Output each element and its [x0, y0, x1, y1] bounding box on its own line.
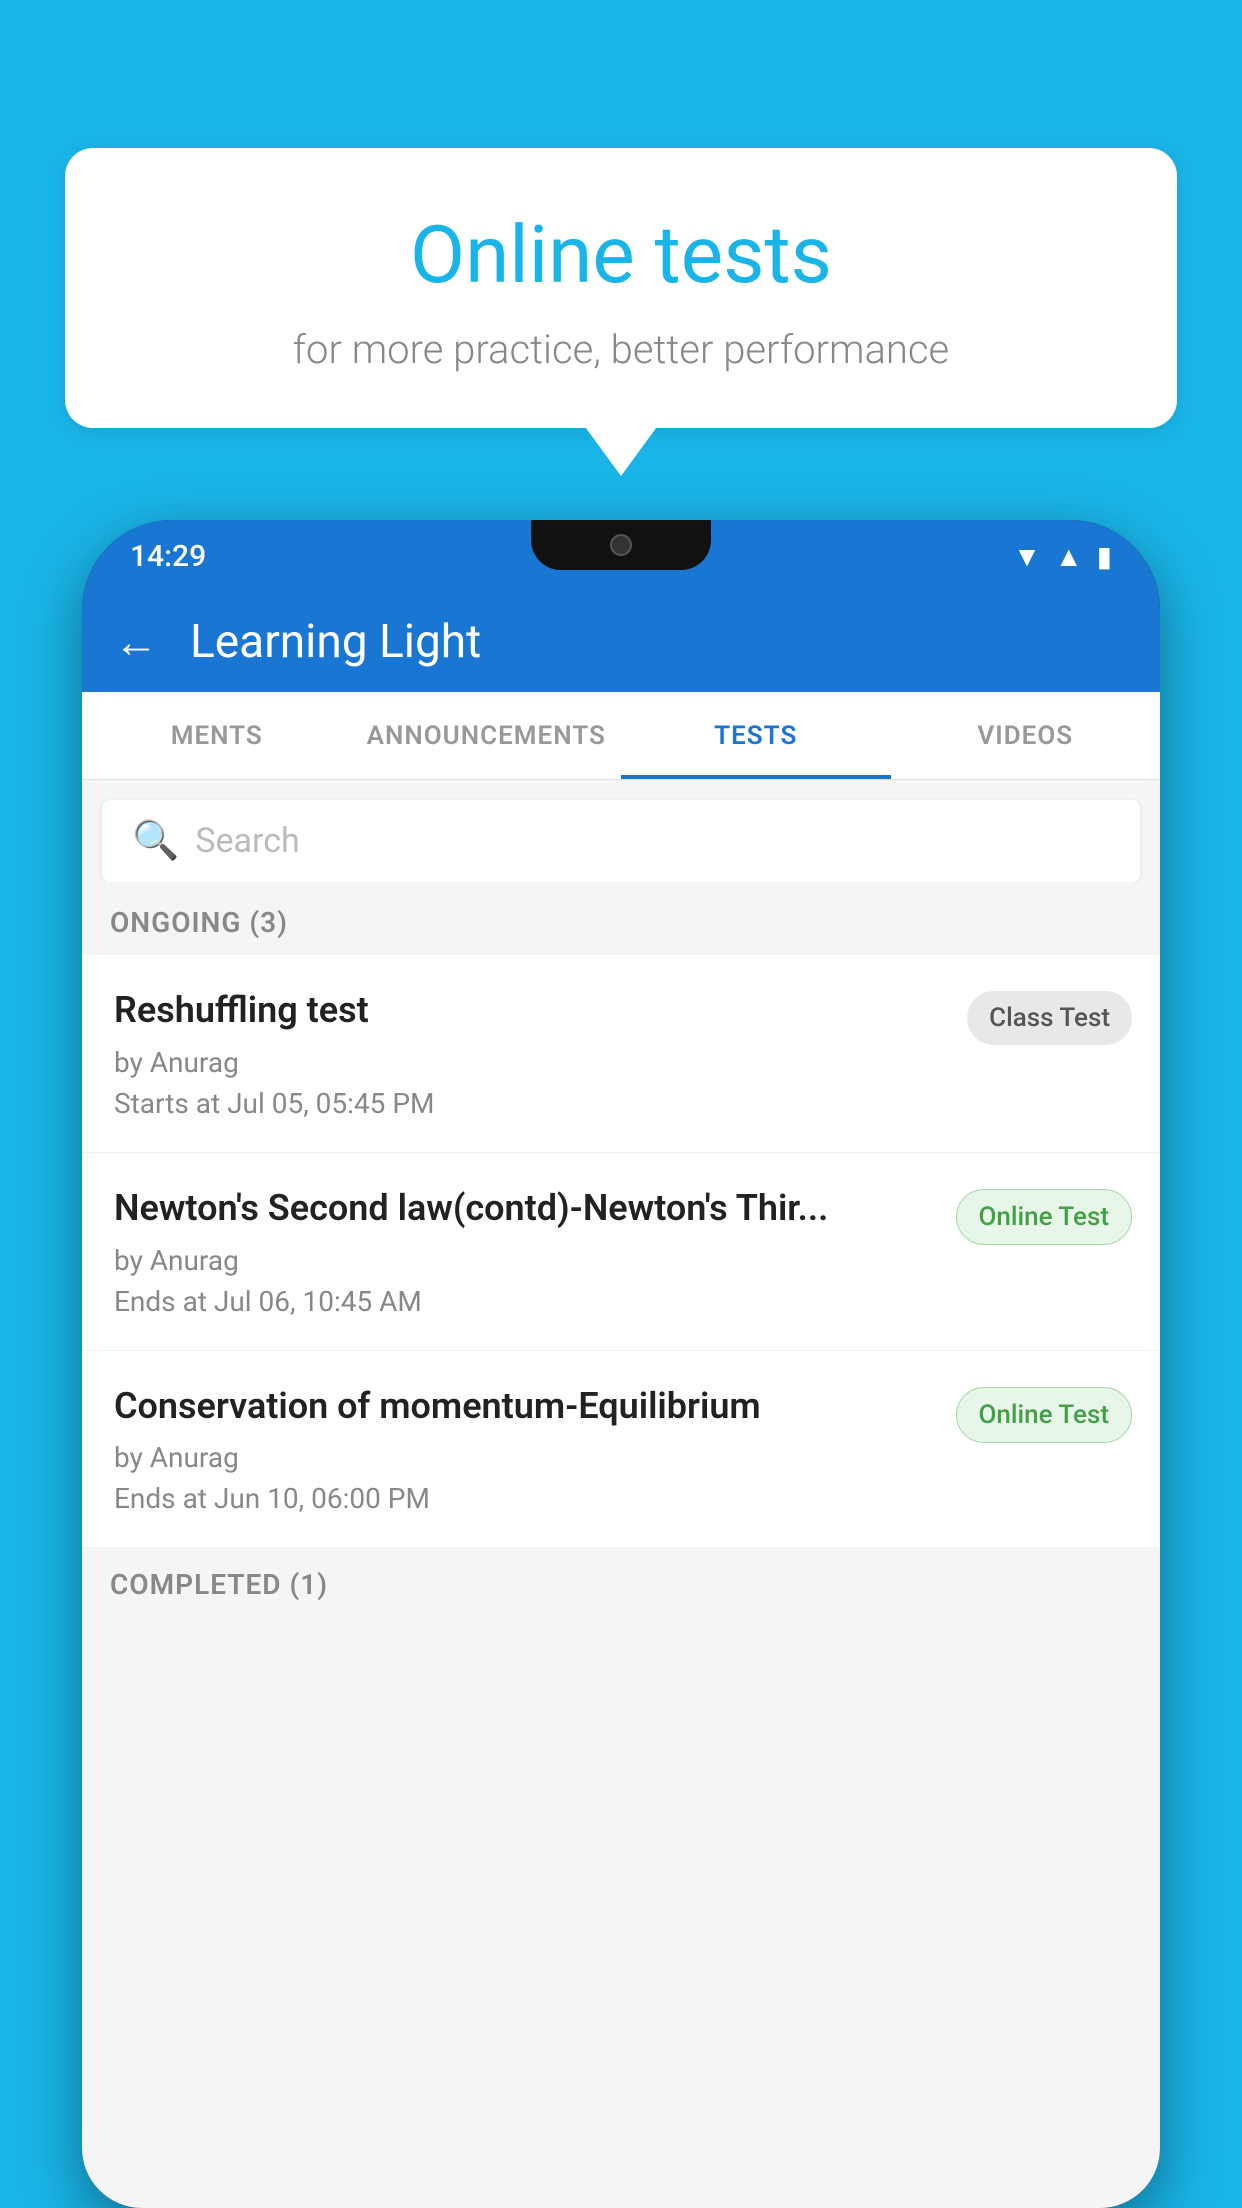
bubble-subtitle: for more practice, better performance: [115, 326, 1127, 373]
battery-icon: ▮: [1097, 540, 1112, 573]
test-date-newtons: Ends at Jul 06, 10:45 AM: [114, 1285, 936, 1318]
test-badge-newtons: Online Test: [956, 1189, 1133, 1245]
search-placeholder: Search: [195, 821, 299, 861]
signal-icon: ▲: [1055, 540, 1083, 573]
completed-section-header: COMPLETED (1): [82, 1548, 1160, 1613]
camera: [610, 534, 632, 556]
tab-announcements[interactable]: ANNOUNCEMENTS: [352, 692, 622, 779]
test-by-reshuffling: by Anurag: [114, 1046, 947, 1079]
test-badge-conservation: Online Test: [956, 1387, 1133, 1443]
test-item-reshuffling[interactable]: Reshuffling test by Anurag Starts at Jul…: [82, 955, 1160, 1153]
test-name-conservation: Conservation of momentum-Equilibrium: [114, 1383, 936, 1430]
tab-tests[interactable]: TESTS: [621, 692, 891, 779]
screen-content: 🔍 Search ONGOING (3) Reshuffling test by…: [82, 780, 1160, 2208]
test-info-conservation: Conservation of momentum-Equilibrium by …: [114, 1383, 936, 1516]
test-by-conservation: by Anurag: [114, 1441, 936, 1474]
test-name-newtons: Newton's Second law(contd)-Newton's Thir…: [114, 1185, 936, 1232]
tab-ments[interactable]: MENTS: [82, 692, 352, 779]
test-badge-reshuffling: Class Test: [967, 991, 1132, 1045]
test-name-reshuffling: Reshuffling test: [114, 987, 947, 1034]
tab-bar: MENTS ANNOUNCEMENTS TESTS VIDEOS: [82, 692, 1160, 780]
wifi-icon: ▼: [1013, 540, 1041, 573]
test-item-conservation[interactable]: Conservation of momentum-Equilibrium by …: [82, 1351, 1160, 1549]
tab-videos[interactable]: VIDEOS: [891, 692, 1161, 779]
notch: [531, 520, 711, 570]
bubble-title: Online tests: [115, 208, 1127, 302]
status-icons: ▼ ▲ ▮: [1013, 540, 1112, 573]
test-item-newtons[interactable]: Newton's Second law(contd)-Newton's Thir…: [82, 1153, 1160, 1351]
test-info-newtons: Newton's Second law(contd)-Newton's Thir…: [114, 1185, 936, 1318]
test-by-newtons: by Anurag: [114, 1244, 936, 1277]
search-icon: 🔍: [132, 819, 179, 863]
test-date-conservation: Ends at Jun 10, 06:00 PM: [114, 1482, 936, 1515]
test-date-reshuffling: Starts at Jul 05, 05:45 PM: [114, 1087, 947, 1120]
speech-bubble: Online tests for more practice, better p…: [65, 148, 1177, 428]
status-time: 14:29: [130, 539, 206, 574]
ongoing-section-header: ONGOING (3): [82, 882, 1160, 955]
app-title: Learning Light: [190, 615, 481, 669]
app-bar: ← Learning Light: [82, 592, 1160, 692]
back-button[interactable]: ←: [114, 616, 158, 668]
phone-frame: 14:29 ▼ ▲ ▮ ← Learning Light MENTS ANNOU…: [82, 520, 1160, 2208]
test-list-ongoing: Reshuffling test by Anurag Starts at Jul…: [82, 955, 1160, 1548]
test-info-reshuffling: Reshuffling test by Anurag Starts at Jul…: [114, 987, 947, 1120]
search-bar[interactable]: 🔍 Search: [102, 800, 1140, 882]
